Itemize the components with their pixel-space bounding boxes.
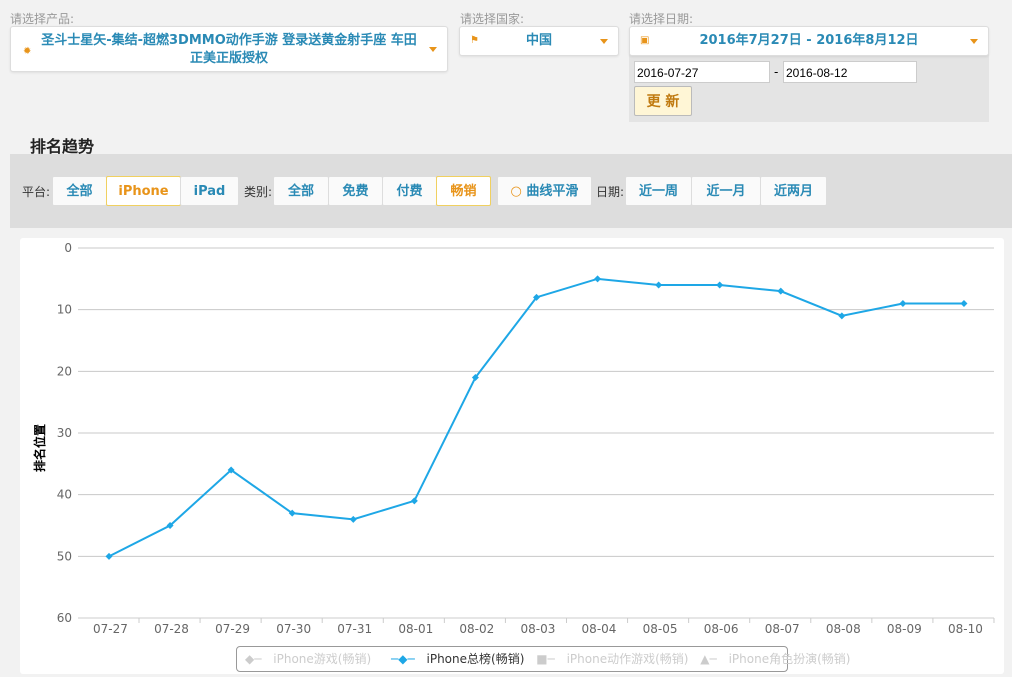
x-tick-label: 08-08 xyxy=(826,622,861,636)
y-tick-label: 40 xyxy=(57,488,72,502)
data-point xyxy=(838,312,846,320)
smooth-label: 曲线平滑 xyxy=(526,184,579,199)
data-point xyxy=(960,300,968,307)
x-tick-label: 08-02 xyxy=(459,622,494,636)
country-label: 请选择国家: xyxy=(460,12,525,26)
legend-item-rpg[interactable]: ▲─ iPhone角色扮演(畅销) xyxy=(700,652,850,666)
category-label: 类别: xyxy=(244,185,273,199)
legend-item-overall[interactable]: ─◆─ iPhone总榜(畅销) xyxy=(383,652,524,666)
chart-legend: ◆─ iPhone游戏(畅销) ─◆─ iPhone总榜(畅销) ■─ iPho… xyxy=(236,646,850,672)
x-tick-label: 08-01 xyxy=(398,622,433,636)
y-tick-label: 20 xyxy=(57,364,72,378)
product-name-line2: 正美正版授权 xyxy=(189,51,268,66)
update-button[interactable]: 更 新 xyxy=(634,86,692,116)
product-name-line1: 圣斗士星矢-集结-超燃3DMMO动作手游 登录送黄金射手座 车田 xyxy=(41,33,417,48)
date-label: 请选择日期: xyxy=(629,12,694,26)
legend-item-games[interactable]: ◆─ iPhone游戏(畅销) xyxy=(245,652,371,666)
chart-svg: 0 10 20 30 40 50 60 07-27 07-28 07-29 07-30 07-31 08… xyxy=(32,241,995,636)
last-two-months-button[interactable]: 近两月 xyxy=(760,176,827,206)
chevron-down-icon xyxy=(429,47,437,52)
end-date-input[interactable]: 2016-08-12 xyxy=(783,61,917,83)
data-point xyxy=(594,275,602,283)
platform-ipad-button[interactable]: iPad xyxy=(180,176,239,206)
calendar-icon: ▣ xyxy=(640,35,650,46)
last-week-button[interactable]: 近一周 xyxy=(625,176,692,206)
last-month-button[interactable]: 近一月 xyxy=(691,176,761,206)
category-all-button[interactable]: 全部 xyxy=(273,176,329,206)
data-point xyxy=(410,497,418,505)
date-separator: - xyxy=(774,65,779,79)
x-tick-label: 08-10 xyxy=(948,622,983,636)
category-grossing-button[interactable]: 畅销 xyxy=(436,176,491,206)
y-tick-label: 50 xyxy=(57,549,72,563)
radio-icon: ○ xyxy=(510,184,527,199)
x-tick-label: 08-04 xyxy=(582,622,617,636)
country-select[interactable]: ⚑ 中国 xyxy=(459,26,619,56)
x-tick-label: 08-03 xyxy=(520,622,555,636)
x-tick-label: 07-30 xyxy=(276,622,311,636)
y-tick-label: 30 xyxy=(57,426,72,440)
country-value: 中国 xyxy=(525,33,552,48)
y-tick-label: 0 xyxy=(64,241,72,255)
x-tick-label: 08-06 xyxy=(704,622,739,636)
data-point xyxy=(349,515,357,523)
product-select[interactable]: ✹ 圣斗士星矢-集结-超燃3DMMO动作手游 登录送黄金射手座 车田 正美正版授… xyxy=(10,26,448,72)
platform-all-button[interactable]: 全部 xyxy=(52,176,107,206)
x-tick-label: 08-09 xyxy=(887,622,922,636)
chevron-down-icon xyxy=(600,39,608,44)
x-tick-label: 07-31 xyxy=(337,622,372,636)
x-tick-label: 07-27 xyxy=(93,622,128,636)
product-label: 请选择产品: xyxy=(10,12,75,26)
platform-iphone-button[interactable]: iPhone xyxy=(106,176,181,206)
x-tick-label: 08-07 xyxy=(765,622,800,636)
y-tick-label: 10 xyxy=(57,303,72,317)
date-select[interactable]: ▣ 2016年7月27日 - 2016年8月12日 xyxy=(629,26,989,56)
category-paid-button[interactable]: 付费 xyxy=(382,176,437,206)
legend-item-action[interactable]: ■─ iPhone动作游戏(畅销) xyxy=(536,652,688,666)
data-point xyxy=(899,300,907,307)
date-range-value: 2016年7月27日 - 2016年8月12日 xyxy=(699,33,919,48)
data-point xyxy=(777,287,785,295)
start-date-input[interactable]: 2016-07-27 xyxy=(634,61,770,83)
gear-icon: ✹ xyxy=(23,46,32,57)
data-point xyxy=(655,281,663,289)
category-free-button[interactable]: 免费 xyxy=(328,176,383,206)
series-line xyxy=(108,277,964,558)
chevron-down-icon xyxy=(970,39,978,44)
smooth-curve-toggle[interactable]: ○ 曲线平滑 xyxy=(497,176,592,206)
x-tick-label: 07-28 xyxy=(154,622,189,636)
platform-label: 平台: xyxy=(22,185,51,199)
data-point xyxy=(105,552,113,560)
rank-chart: 0 10 20 30 40 50 60 07-27 07-28 07-29 07-30 07-31 08… xyxy=(20,238,1004,674)
y-tick-label: 60 xyxy=(57,611,72,625)
flag-icon: ⚑ xyxy=(470,35,479,46)
y-axis-label: 排名位置 xyxy=(32,424,47,472)
data-point xyxy=(716,281,724,289)
x-tick-label: 08-05 xyxy=(643,622,678,636)
date-range-label: 日期: xyxy=(596,185,625,199)
x-tick-label: 07-29 xyxy=(215,622,250,636)
